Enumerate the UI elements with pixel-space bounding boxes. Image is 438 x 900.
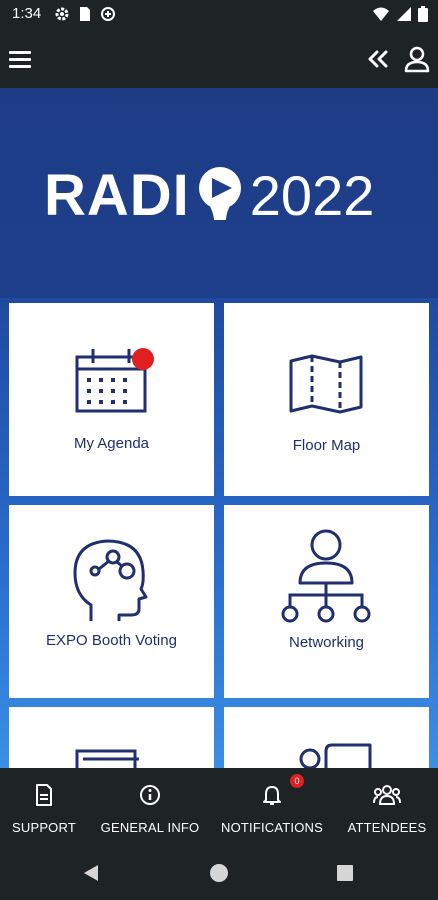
tile-my-agenda[interactable]: My Agenda <box>9 303 214 496</box>
nav-attendees[interactable]: ATTENDEES <box>342 768 432 848</box>
documents-icon <box>75 749 139 768</box>
info-icon <box>140 785 160 805</box>
tile-floor-map[interactable]: Floor Map <box>224 303 429 496</box>
app-bar <box>0 30 438 88</box>
logo-play-bulb-icon <box>198 167 241 220</box>
tile-chat[interactable] <box>224 707 429 768</box>
bell-icon <box>263 786 281 805</box>
event-logo: RADI 2022 <box>44 160 394 230</box>
system-nav-bar <box>0 848 438 900</box>
back-icon[interactable] <box>82 863 100 883</box>
battery-icon <box>418 6 428 22</box>
head-brain-icon <box>73 539 148 621</box>
network-person-icon <box>281 529 371 623</box>
tile-expo-booth-voting[interactable]: EXPO Booth Voting <box>9 505 214 698</box>
status-icons-right <box>372 6 428 22</box>
nav-label: SUPPORT <box>11 820 76 835</box>
data-saver-icon <box>101 7 115 21</box>
main-content[interactable]: RADI 2022 My Agenda Floor Map EXPO Booth… <box>0 88 438 768</box>
user-profile-icon[interactable] <box>402 44 432 74</box>
tile-label: Networking <box>288 634 365 651</box>
sim-card-icon <box>80 7 90 21</box>
tile-label: My Agenda <box>73 435 150 452</box>
wifi-icon <box>373 7 389 21</box>
recent-apps-icon[interactable] <box>337 865 353 881</box>
home-icon[interactable] <box>210 864 228 882</box>
gear-icon <box>55 7 69 21</box>
status-icons-left <box>54 6 116 22</box>
nav-label: ATTENDEES <box>347 820 427 835</box>
logo-text-left: RADI <box>44 162 190 228</box>
bottom-nav: SUPPORT GENERAL INFO 0 NOTIFICATIONS ATT… <box>0 768 438 848</box>
nav-label: GENERAL INFO <box>100 820 200 835</box>
status-bar: 1:34 <box>0 0 438 30</box>
tile-label: EXPO Booth Voting <box>46 632 177 649</box>
hamburger-menu-icon[interactable] <box>6 45 34 73</box>
notification-badge: 0 <box>290 774 304 788</box>
tile-networking[interactable]: Networking <box>224 505 429 698</box>
nav-notifications[interactable]: 0 NOTIFICATIONS <box>220 768 324 848</box>
nav-general-info[interactable]: GENERAL INFO <box>98 768 202 848</box>
tile-documents[interactable] <box>9 707 214 768</box>
map-icon <box>289 354 363 414</box>
tiles-grid: My Agenda Floor Map EXPO Booth Voting Ne… <box>0 298 438 768</box>
nav-label: NOTIFICATIONS <box>220 820 324 835</box>
logo-text-right: 2022 <box>249 163 375 227</box>
tile-label: Floor Map <box>292 437 361 454</box>
document-icon <box>36 784 52 806</box>
chat-person-icon <box>299 743 372 768</box>
double-chevron-left-icon[interactable] <box>364 45 392 73</box>
event-banner: RADI 2022 <box>0 88 438 298</box>
people-group-icon <box>373 785 401 805</box>
nav-support[interactable]: SUPPORT <box>0 768 88 848</box>
calendar-icon <box>75 348 154 413</box>
signal-icon <box>397 7 411 21</box>
status-time: 1:34 <box>12 5 42 22</box>
